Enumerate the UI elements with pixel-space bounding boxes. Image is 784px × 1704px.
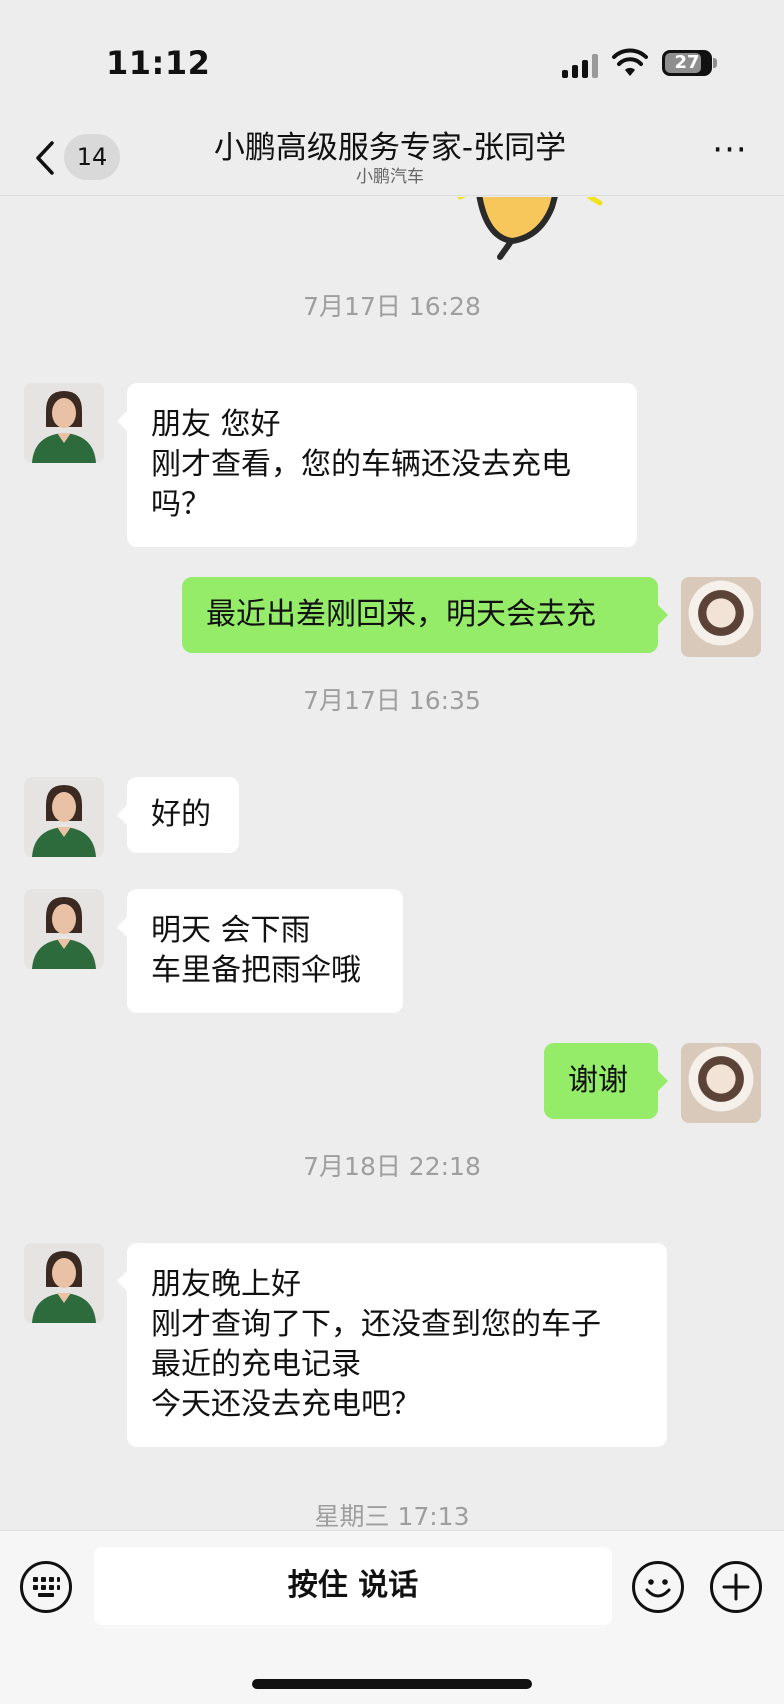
- timestamp: 星期三 17:13: [314, 1502, 470, 1530]
- battery-level: 27: [674, 52, 700, 73]
- agent-portrait-icon: [24, 889, 104, 969]
- plus-glyph: [722, 1573, 750, 1601]
- status-time: 11:12: [106, 44, 211, 82]
- timestamp: 7月18日 22:18: [303, 1152, 481, 1181]
- battery-cap: [713, 58, 717, 68]
- emoji-icon[interactable]: [632, 1561, 684, 1613]
- status-bar: 11:12 27: [0, 0, 784, 120]
- agent-avatar[interactable]: [24, 777, 104, 857]
- outgoing-message[interactable]: 谢谢: [544, 1043, 668, 1119]
- chat-title: 小鹏高级服务专家-张同学: [213, 130, 567, 166]
- agent-avatar[interactable]: [24, 1243, 104, 1323]
- chevron-left-icon: [36, 141, 54, 175]
- unread-count-badge: 14: [64, 134, 120, 180]
- back-button[interactable]: 14: [28, 128, 124, 184]
- agent-avatar[interactable]: [24, 889, 104, 969]
- keyboard-icon[interactable]: [20, 1561, 72, 1613]
- input-bar: 按住 说话: [0, 1530, 784, 1704]
- incoming-message[interactable]: 朋友 您好 刚才查看，您的车辆还没去充电 吗？: [117, 383, 637, 547]
- chat-header: 14 小鹏高级服务专家-张同学 小鹏汽车 ···: [0, 120, 784, 196]
- battery-icon: 27: [662, 50, 712, 76]
- outgoing-message[interactable]: 最近出差刚回来，明天会去充: [182, 577, 668, 653]
- agent-avatar[interactable]: [24, 383, 104, 463]
- incoming-message[interactable]: 好的: [117, 777, 239, 853]
- plus-icon[interactable]: [710, 1561, 762, 1613]
- timestamp: 7月17日 16:28: [303, 292, 481, 321]
- home-indicator[interactable]: [252, 1679, 532, 1689]
- keyboard-glyph: [33, 1577, 60, 1597]
- thumbs-up-sticker[interactable]: [440, 197, 620, 267]
- wifi-icon: [612, 48, 648, 76]
- timestamp: 7月17日 16:35: [303, 686, 481, 715]
- smiley-glyph: [645, 1579, 671, 1598]
- chat-subtitle: 小鹏汽车: [356, 167, 424, 187]
- incoming-message[interactable]: 明天 会下雨 车里备把雨伞哦: [117, 889, 403, 1013]
- agent-portrait-icon: [24, 1243, 104, 1323]
- user-avatar[interactable]: [681, 1043, 761, 1123]
- incoming-message[interactable]: 朋友晚上好 刚才查询了下，还没查到您的车子 最近的充电记录 今天还没去充电吧？: [117, 1243, 667, 1447]
- hold-to-talk-button[interactable]: 按住 说话: [94, 1547, 612, 1625]
- user-avatar[interactable]: [681, 577, 761, 657]
- message-list[interactable]: 7月17日 16:28 朋友 您好 刚才查看，您的车辆还没去充电 吗？ 最近出差…: [0, 197, 784, 1530]
- agent-portrait-icon: [24, 777, 104, 857]
- agent-portrait-icon: [24, 383, 104, 463]
- cellular-signal-icon: [562, 54, 598, 78]
- more-options-button[interactable]: ···: [700, 133, 760, 172]
